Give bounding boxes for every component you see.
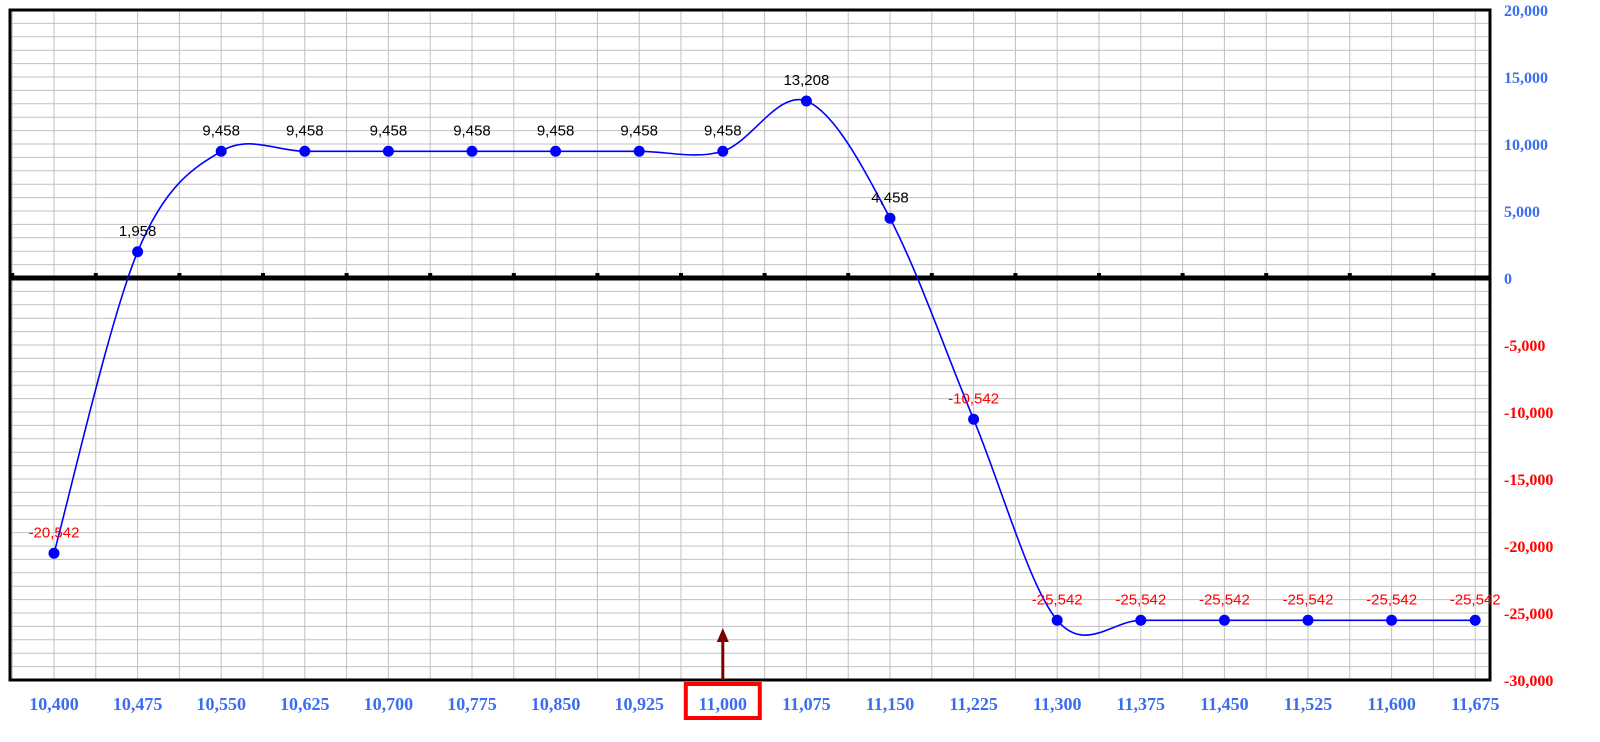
x-tick-label: 10,550 xyxy=(196,694,246,714)
data-point xyxy=(968,413,980,425)
x-tick-label: 11,150 xyxy=(866,694,915,714)
data-point xyxy=(1469,614,1481,626)
data-label: 9,458 xyxy=(453,122,491,139)
data-point xyxy=(132,246,144,258)
data-point xyxy=(299,145,311,157)
data-point xyxy=(1051,614,1063,626)
x-tick-label: 11,450 xyxy=(1200,694,1249,714)
data-point xyxy=(215,145,227,157)
x-tick-label: 11,000 xyxy=(699,694,748,714)
data-label: 4,458 xyxy=(871,189,909,206)
x-tick-label: 10,400 xyxy=(29,694,79,714)
y-tick-label: -15,000 xyxy=(1504,472,1553,489)
data-label: -10,542 xyxy=(948,390,999,407)
x-tick-label: 11,225 xyxy=(949,694,998,714)
y-tick-label: -5,000 xyxy=(1504,338,1545,355)
x-tick-label: 11,075 xyxy=(782,694,831,714)
x-tick-label: 10,700 xyxy=(364,694,414,714)
chart-container: -20,542 1,958 9,458 9,458 9,458 9,458 9,458 9,4… xyxy=(0,0,1600,742)
data-point xyxy=(1135,614,1147,626)
data-point xyxy=(717,145,729,157)
data-point xyxy=(382,145,394,157)
data-label: -25,542 xyxy=(1115,591,1166,608)
data-label: 1,958 xyxy=(119,223,157,240)
data-point xyxy=(1386,614,1398,626)
grid xyxy=(10,10,1490,680)
x-axis-ticks: 10,400 10,475 10,550 10,625 10,700 10,775 10,8… xyxy=(29,694,1499,714)
data-point xyxy=(884,212,896,224)
data-label: 9,458 xyxy=(704,122,742,139)
data-label: -25,542 xyxy=(1032,591,1083,608)
x-tick-label: 10,625 xyxy=(280,694,330,714)
y-tick-label: 5,000 xyxy=(1504,204,1540,221)
x-tick-label: 11,375 xyxy=(1117,694,1166,714)
x-tick-label: 10,775 xyxy=(447,694,497,714)
x-tick-label: 11,600 xyxy=(1367,694,1416,714)
data-label: -20,542 xyxy=(29,524,80,541)
y-tick-label: 0 xyxy=(1504,271,1512,288)
data-label: -25,542 xyxy=(1366,591,1417,608)
data-label: -25,542 xyxy=(1283,591,1334,608)
y-tick-label: -30,000 xyxy=(1504,673,1553,690)
data-point xyxy=(800,95,812,107)
data-label: 9,458 xyxy=(370,122,408,139)
data-label: -25,542 xyxy=(1450,591,1501,608)
x-tick-label: 11,675 xyxy=(1451,694,1500,714)
arrow-icon xyxy=(716,628,729,642)
x-tick-label: 10,850 xyxy=(531,694,581,714)
y-tick-label: -10,000 xyxy=(1504,405,1553,422)
y-tick-label: -20,000 xyxy=(1504,539,1553,556)
data-point xyxy=(48,547,60,559)
y-tick-label: 10,000 xyxy=(1504,137,1548,154)
data-label: 13,208 xyxy=(783,72,829,89)
y-tick-label: -25,000 xyxy=(1504,606,1553,623)
x-tick-label: 11,300 xyxy=(1033,694,1082,714)
x-tick-label: 10,925 xyxy=(614,694,664,714)
data-label: 9,458 xyxy=(620,122,658,139)
data-point xyxy=(1218,614,1230,626)
line-chart: -20,542 1,958 9,458 9,458 9,458 9,458 9,458 9,4… xyxy=(8,3,1553,720)
data-label: 9,458 xyxy=(202,122,240,139)
y-tick-label: 15,000 xyxy=(1504,70,1548,87)
data-point xyxy=(466,145,478,157)
data-label: 9,458 xyxy=(286,122,324,139)
data-point xyxy=(1302,614,1314,626)
x-tick-label: 11,525 xyxy=(1284,694,1333,714)
data-label: 9,458 xyxy=(537,122,575,139)
y-axis-ticks: 20,000 15,000 10,000 5,000 0 -5,000 -10,000 -15… xyxy=(1504,3,1553,690)
data-label: -25,542 xyxy=(1199,591,1250,608)
data-point xyxy=(550,145,562,157)
x-tick-label: 10,475 xyxy=(113,694,163,714)
data-point xyxy=(633,145,645,157)
y-tick-label: 20,000 xyxy=(1504,3,1548,20)
